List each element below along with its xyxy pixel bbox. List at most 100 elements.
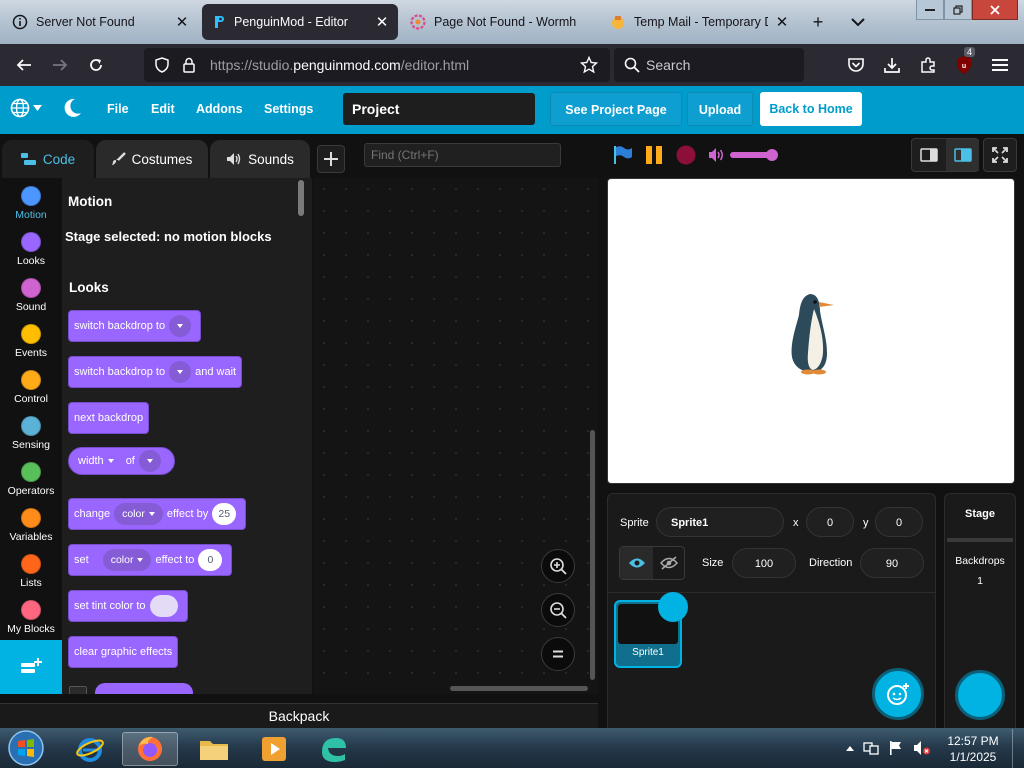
category-sensing[interactable]: Sensing [0, 412, 62, 458]
ublock-button[interactable]: u 4 [952, 47, 976, 77]
fullscreen-button[interactable] [983, 138, 1017, 172]
add-backdrop-button[interactable] [955, 670, 1005, 720]
pocket-button[interactable] [844, 53, 868, 77]
stop-button[interactable] [676, 145, 696, 165]
dropdown-arrow-icon[interactable] [107, 459, 114, 463]
tab-code[interactable]: Code [2, 140, 94, 178]
zoom-reset-button[interactable] [541, 637, 575, 671]
tab-sounds[interactable]: Sounds [210, 140, 310, 178]
stage-selector[interactable]: Stage Backdrops 1 [944, 493, 1016, 733]
menu-edit[interactable]: Edit [151, 86, 175, 132]
block-clear-graphic-effects[interactable]: clear graphic effects [68, 636, 179, 668]
size-input[interactable]: 100 [732, 548, 796, 578]
palette-scrollbar[interactable] [298, 180, 304, 216]
show-desktop-button[interactable] [1012, 729, 1024, 768]
window-close-button[interactable] [972, 0, 1018, 20]
zoom-in-button[interactable] [541, 549, 575, 583]
browser-tab[interactable]: Page Not Found - Wormh [402, 4, 598, 40]
block-switch-backdrop-and-wait[interactable]: switch backdrop to and wait [68, 356, 243, 388]
clock[interactable]: 12:57 PM 1/1/2025 [940, 733, 1006, 765]
category-variables[interactable]: Variables [0, 504, 62, 550]
backdrop-dropdown[interactable] [169, 361, 192, 383]
tint-color-swatch[interactable] [149, 595, 178, 617]
browser-tab[interactable]: Server Not Found ✕ [4, 4, 198, 40]
taskbar-ie[interactable] [62, 732, 118, 766]
effect-value-input[interactable]: 0 [198, 549, 223, 571]
backpack[interactable]: Backpack [0, 703, 598, 728]
menu-file[interactable]: File [107, 86, 129, 132]
small-stage-button[interactable] [912, 139, 945, 171]
block-set-effect[interactable]: set color effect to 0 [68, 544, 233, 576]
backdrop-dropdown[interactable] [169, 315, 192, 337]
theme-toggle-button[interactable] [64, 98, 82, 118]
app-menu-button[interactable] [988, 53, 1012, 77]
block-next-backdrop[interactable]: next backdrop [68, 402, 150, 434]
tab-close-icon[interactable]: ✕ [174, 13, 190, 31]
url-bar[interactable]: https://studio.penguinmod.com/editor.htm… [144, 48, 610, 82]
workspace-scrollbar-vertical[interactable] [590, 430, 595, 680]
see-project-page-button[interactable]: See Project Page [550, 92, 682, 126]
taskbar-explorer[interactable] [186, 732, 242, 766]
show-checkbox[interactable] [69, 686, 87, 694]
start-button[interactable] [4, 729, 48, 767]
taskbar-app[interactable] [306, 732, 362, 766]
block-set-tint-color[interactable]: set tint color to [68, 590, 188, 622]
tab-close-icon[interactable]: ✕ [774, 13, 790, 31]
large-stage-button[interactable] [946, 139, 979, 171]
category-lists[interactable]: Lists [0, 550, 62, 596]
effect-dropdown[interactable]: color [114, 503, 163, 525]
downloads-button[interactable] [880, 53, 904, 77]
block-switch-backdrop[interactable]: switch backdrop to [68, 310, 202, 342]
category-operators[interactable]: Operators [0, 458, 62, 504]
find-input[interactable] [364, 143, 561, 167]
effect-amount-input[interactable]: 25 [212, 503, 237, 525]
block-reporter-partial[interactable] [95, 683, 193, 694]
category-sound[interactable]: Sound [0, 274, 62, 320]
new-tab-button[interactable]: + [805, 10, 831, 34]
tab-list-button[interactable] [845, 10, 871, 34]
penguin-sprite[interactable] [788, 291, 838, 375]
tab-close-icon[interactable]: ✕ [374, 13, 390, 31]
url-text[interactable]: https://studio.penguinmod.com/editor.htm… [210, 48, 469, 82]
back-button[interactable] [12, 53, 36, 77]
target-dropdown[interactable] [138, 450, 161, 472]
delete-sprite-button[interactable] [658, 592, 688, 622]
x-input[interactable]: 0 [806, 507, 854, 537]
direction-input[interactable]: 90 [860, 548, 924, 578]
volume-slider-thumb[interactable] [766, 149, 778, 161]
restore-button[interactable] [944, 0, 972, 20]
category-my-blocks[interactable]: My Blocks [0, 596, 62, 642]
sprite-name-input[interactable]: Sprite1 [656, 507, 784, 537]
pause-button[interactable] [644, 145, 664, 165]
project-title-input[interactable]: Project [343, 93, 535, 125]
minimize-button[interactable] [916, 0, 944, 20]
menu-addons[interactable]: Addons [196, 86, 243, 132]
bookmark-star-icon[interactable] [580, 56, 598, 74]
upload-button[interactable]: Upload [687, 92, 753, 126]
green-flag-button[interactable] [612, 145, 634, 165]
category-motion[interactable]: Motion [0, 182, 62, 228]
add-sprite-button[interactable] [872, 668, 924, 720]
show-sprite-button[interactable] [620, 547, 653, 579]
block-change-effect[interactable]: change color effect by 25 [68, 498, 247, 530]
volume-button[interactable] [708, 147, 726, 163]
category-control[interactable]: Control [0, 366, 62, 412]
category-looks[interactable]: Looks [0, 228, 62, 274]
category-events[interactable]: Events [0, 320, 62, 366]
taskbar-firefox[interactable] [122, 732, 178, 766]
menu-settings[interactable]: Settings [264, 86, 313, 132]
add-tab-button[interactable] [317, 145, 345, 173]
workspace-scrollbar-horizontal[interactable] [450, 686, 588, 691]
lock-icon[interactable] [182, 57, 196, 73]
zoom-out-button[interactable] [541, 593, 575, 627]
back-to-home-button[interactable]: Back to Home [760, 92, 862, 126]
browser-tab-active[interactable]: PenguinMod - Editor ✕ [202, 4, 398, 40]
forward-button[interactable] [48, 53, 72, 77]
browser-tab[interactable]: Temp Mail - Temporary Di ✕ [602, 4, 798, 40]
tab-costumes[interactable]: Costumes [96, 140, 208, 178]
tracking-shield-icon[interactable] [154, 57, 170, 73]
search-bar[interactable]: Search [614, 48, 804, 82]
taskbar-media-player[interactable] [246, 732, 302, 766]
add-extension-button[interactable] [0, 640, 62, 694]
language-button[interactable] [10, 98, 42, 118]
